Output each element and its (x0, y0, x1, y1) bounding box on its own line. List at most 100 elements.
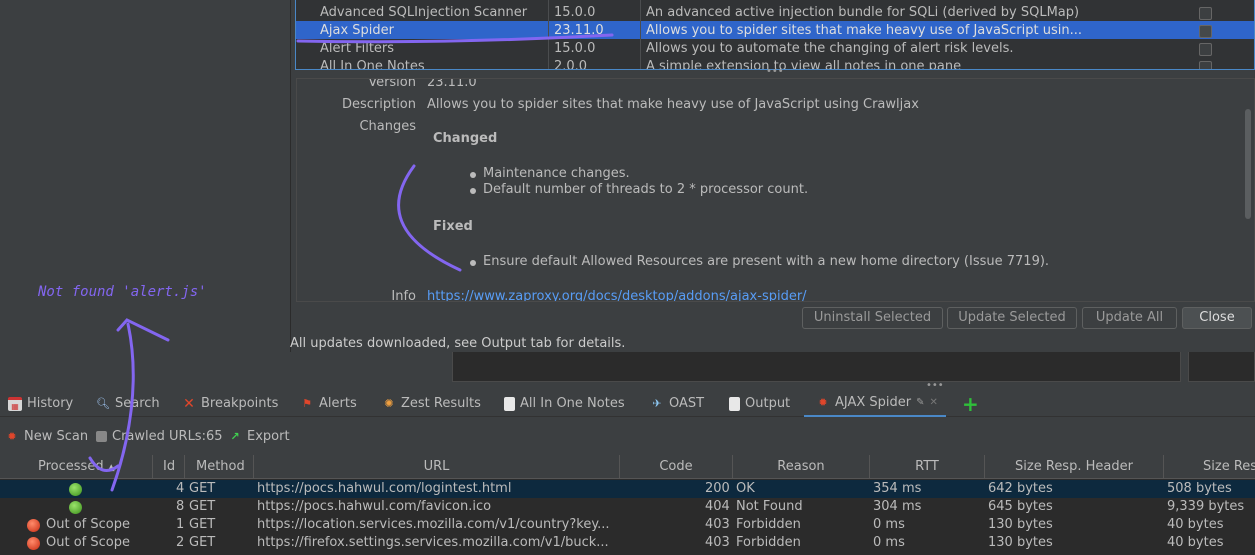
close-tab-icon[interactable]: ✕ (930, 397, 938, 408)
column-header-processed[interactable]: Processed ▲ (0, 455, 153, 479)
cell-code: 403 (705, 535, 730, 550)
tab-search[interactable]: 🔍︎ Search (96, 390, 160, 417)
cell-id: 4 (176, 481, 185, 496)
addon-detail-panel: Version 23.11.0 Description Allows you t… (296, 78, 1255, 302)
cell-id: 1 (176, 517, 185, 532)
cell-size-body: 508 bytes (1167, 481, 1232, 496)
new-scan-button[interactable]: ✹ New Scan (5, 429, 88, 444)
tab-label: Alerts (319, 396, 357, 411)
zest-icon: ✺ (384, 396, 394, 410)
addon-checkbox[interactable] (1199, 25, 1212, 38)
addon-description: Allows you to automate the changing of a… (646, 41, 1014, 56)
version-value: 23.11.0 (427, 78, 477, 90)
results-table[interactable]: Processed ▲ Id Method URL Code Reason RT… (0, 455, 1255, 555)
stop-icon (96, 431, 107, 442)
column-header-code[interactable]: Code (620, 455, 733, 479)
breakpoints-icon: ✕ (183, 395, 195, 412)
addon-checkbox[interactable] (1199, 43, 1212, 56)
column-header-size-resp-body[interactable]: Size Res (1164, 455, 1255, 479)
cell-url: https://location.services.mozilla.com/v1… (257, 517, 610, 532)
splitter-handle[interactable]: ••• (766, 66, 784, 77)
cell-method: GET (189, 481, 216, 496)
cell-rtt: 0 ms (873, 535, 905, 550)
info-link[interactable]: https://www.zaproxy.org/docs/desktop/add… (427, 289, 807, 301)
cell-reason: Forbidden (736, 535, 801, 550)
tab-oast[interactable]: ✈ OAST (650, 390, 704, 417)
column-header-rtt[interactable]: RTT (870, 455, 985, 479)
cell-size-header: 642 bytes (988, 481, 1053, 496)
addon-description: A simple extension to view all notes in … (646, 59, 962, 70)
cell-id: 8 (176, 499, 185, 514)
uninstall-selected-button[interactable]: Uninstall Selected (802, 307, 943, 329)
spider-icon: ✹ (818, 395, 828, 409)
editor-panel (0, 352, 440, 382)
tab-all-in-one-notes[interactable]: All In One Notes (504, 390, 625, 417)
column-header-reason[interactable]: Reason (733, 455, 870, 479)
addon-version: 2.0.0 (554, 59, 588, 70)
column-header-size-resp-header[interactable]: Size Resp. Header (985, 455, 1164, 479)
cell-url: https://pocs.hahwul.com/favicon.ico (257, 499, 492, 514)
update-all-button[interactable]: Update All (1082, 307, 1177, 329)
response-editor[interactable] (1188, 352, 1255, 382)
table-row[interactable]: Out of Scope 2 GET https://firefox.setti… (0, 534, 1255, 552)
table-row[interactable]: 4 GET https://pocs.hahwul.com/logintest.… (0, 480, 1255, 498)
cell-url: https://firefox.settings.services.mozill… (257, 535, 609, 550)
column-divider (640, 0, 641, 69)
cell-rtt: 0 ms (873, 517, 905, 532)
cell-processed: Out of Scope (46, 535, 130, 550)
addon-description: Allows you to spider sites that make hea… (646, 23, 1083, 38)
tab-breakpoints[interactable]: ✕ Breakpoints (182, 390, 278, 417)
update-selected-button[interactable]: Update Selected (947, 307, 1077, 329)
cell-method: GET (189, 499, 216, 514)
column-header-url[interactable]: URL (254, 455, 620, 479)
add-tab-button[interactable]: + (962, 390, 979, 417)
addon-row[interactable]: Advanced SQLInjection Scanner 15.0.0 An … (296, 3, 1254, 21)
detail-scrollbar[interactable] (1245, 109, 1251, 219)
addon-row[interactable]: Alert Filters 15.0.0 Allows you to autom… (296, 39, 1254, 57)
cell-code: 200 (705, 481, 730, 496)
tab-label: AJAX Spider (835, 395, 912, 410)
request-editor[interactable] (452, 352, 1181, 382)
addon-checkbox[interactable] (1199, 61, 1212, 69)
tab-output[interactable]: Output (729, 390, 790, 417)
tab-ajax-spider[interactable]: ✹ AJAX Spider ✎ ✕ (804, 390, 946, 417)
cell-method: GET (189, 535, 216, 550)
close-button[interactable]: Close (1182, 307, 1252, 329)
bullet (470, 188, 476, 194)
tab-zest-results[interactable]: ✺ Zest Results (382, 390, 480, 417)
addon-version: 23.11.0 (554, 23, 604, 38)
addon-checkbox[interactable] (1199, 7, 1212, 20)
table-row[interactable]: 8 GET https://pocs.hahwul.com/favicon.ic… (0, 498, 1255, 516)
calendar-icon: ▦ (8, 396, 22, 411)
changed-item: Maintenance changes. (483, 166, 630, 181)
info-label: Info (391, 289, 416, 302)
bullet (470, 172, 476, 178)
column-header-id[interactable]: Id (153, 455, 185, 479)
tab-label: All In One Notes (520, 396, 625, 411)
bottom-tab-bar: ▦ History 🔍︎ Search ✕ Breakpoints ⚑ Aler… (0, 390, 1255, 417)
cell-rtt: 354 ms (873, 481, 922, 496)
cell-url: https://pocs.hahwul.com/logintest.html (257, 481, 512, 496)
cell-reason: Not Found (736, 499, 803, 514)
tab-label: Breakpoints (201, 396, 279, 411)
status-ok-icon (69, 501, 82, 514)
tab-history[interactable]: ▦ History (8, 390, 73, 417)
cell-reason: OK (736, 481, 755, 496)
column-header-method[interactable]: Method (185, 455, 254, 479)
table-row[interactable]: Out of Scope 1 GET https://location.serv… (0, 516, 1255, 534)
pin-icon[interactable]: ✎ (916, 397, 924, 408)
tab-label: History (27, 396, 74, 411)
version-label: Version (368, 78, 416, 90)
status-blocked-icon (27, 537, 40, 550)
cell-processed: Out of Scope (46, 517, 130, 532)
table-header: Processed ▲ Id Method URL Code Reason RT… (0, 455, 1255, 479)
export-button[interactable]: ↗ Export (228, 429, 289, 444)
tab-label: Search (115, 396, 160, 411)
export-arrow-icon: ↗ (230, 429, 240, 443)
addons-table[interactable]: Advanced SQLInjection Scanner 15.0.0 An … (295, 0, 1255, 70)
addon-row-selected[interactable]: Ajax Spider 23.11.0 Allows you to spider… (296, 21, 1254, 39)
bullet (470, 260, 476, 266)
tab-alerts[interactable]: ⚑ Alerts (300, 390, 357, 417)
changed-item: Default number of threads to 2 * process… (483, 182, 809, 197)
cell-size-body: 9,339 bytes (1167, 499, 1245, 514)
